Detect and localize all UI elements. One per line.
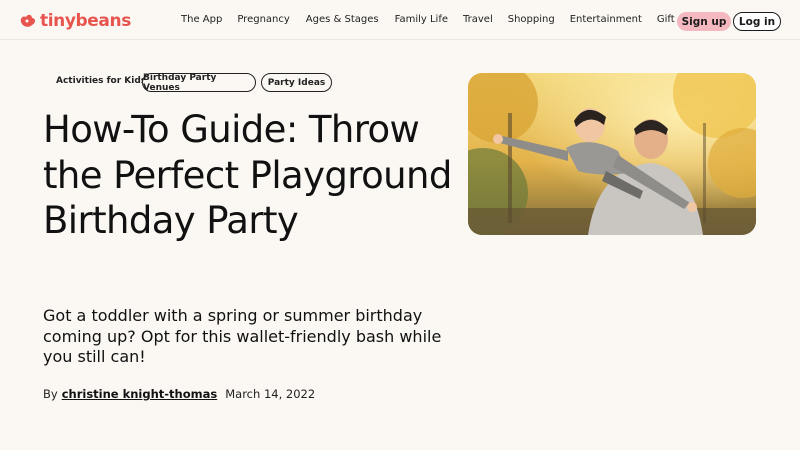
tag-party-ideas[interactable]: Party Ideas [261,73,332,92]
category-link[interactable]: Activities for Kids [56,76,146,86]
hero-photo-illustration [468,73,756,235]
nav-item-family-life[interactable]: Family Life [395,14,448,25]
bean-logo-icon [20,14,35,27]
nav-item-travel[interactable]: Travel [463,14,493,25]
nav-item-shopping[interactable]: Shopping [508,14,555,25]
signup-button[interactable]: Sign up [677,12,731,31]
tag-birthday-party-venues[interactable]: Birthday Party Venues [142,73,256,93]
site-header: tinybeans The App Pregnancy Ages & Stage… [0,0,800,40]
author-link[interactable]: christine knight-thomas [62,387,218,401]
publish-date: March 14, 2022 [225,387,316,401]
article-byline: By christine knight-thomas March 14, 202… [43,387,315,401]
login-button[interactable]: Log in [733,12,781,31]
logo-wordmark: tinybeans [40,11,131,31]
nav-item-entertainment[interactable]: Entertainment [570,14,642,25]
article-dek: Got a toddler with a spring or summer bi… [43,306,442,366]
nav-item-ages-stages[interactable]: Ages & Stages [306,14,379,25]
nav-item-pregnancy[interactable]: Pregnancy [237,14,289,25]
main-nav: The App Pregnancy Ages & Stages Family L… [181,14,706,25]
tinybeans-logo[interactable]: tinybeans [18,10,131,32]
nav-item-the-app[interactable]: The App [181,14,222,25]
byline-prefix: By [43,387,58,401]
hero-image [468,73,756,235]
article-title: How-To Guide: Throw the Perfect Playgrou… [43,108,452,242]
